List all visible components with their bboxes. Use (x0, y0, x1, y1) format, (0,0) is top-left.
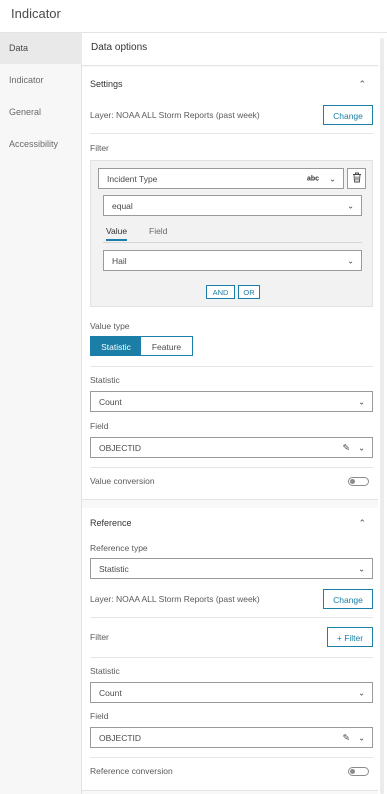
sidebar-item-label: Accessibility (9, 139, 59, 149)
filter-field-select[interactable]: Incident Type abc ⌄ (98, 168, 344, 189)
field-format-icon[interactable]: ✎ (342, 732, 350, 743)
layer-label: Layer: NOAA ALL Storm Reports (past week… (90, 110, 260, 120)
data-options-panel: Data options Settings ⌃ Layer: NOAA ALL … (82, 33, 378, 794)
delete-filter-button[interactable] (347, 168, 366, 189)
chevron-down-icon: ⌄ (347, 201, 354, 210)
reference-conversion-switch[interactable] (348, 767, 369, 776)
field-value: OBJECTID (99, 442, 142, 453)
field-format-icon[interactable]: ✎ (342, 442, 350, 453)
tab-value[interactable]: Value (106, 226, 128, 241)
tab-field[interactable]: Field (149, 226, 167, 236)
field-label: Field (90, 421, 109, 431)
value-type-label: Value type (90, 321, 130, 331)
panel-header: Data options (82, 33, 378, 66)
panel-title: Data options (91, 42, 148, 53)
reference-statistic-label: Statistic (90, 666, 120, 676)
reference-statistic-value: Count (99, 687, 122, 698)
reference-type-select[interactable]: Statistic ⌄ (90, 558, 373, 579)
sidebar-item-general[interactable]: General (0, 97, 82, 128)
sidebar-item-data[interactable]: Data (0, 33, 82, 64)
field-select[interactable]: OBJECTID ✎ ⌄ (90, 437, 373, 458)
divider (90, 366, 373, 367)
reference-filter-label: Filter (90, 632, 109, 642)
window-title: Indicator (11, 6, 61, 21)
reference-field-label: Field (90, 711, 109, 721)
reference-field-select[interactable]: OBJECTID ✎ ⌄ (90, 727, 373, 748)
chevron-down-icon: ⌄ (358, 733, 365, 742)
sidebar-item-label: Data (9, 43, 29, 53)
value-conversion-switch[interactable] (348, 477, 369, 486)
value-type-feature[interactable]: Feature (141, 337, 192, 355)
filter-value-select[interactable]: Hail ⌄ (103, 250, 362, 271)
and-button[interactable]: AND (206, 285, 235, 299)
trash-icon (352, 172, 361, 183)
sidebar: Data Indicator General Accessibility (0, 33, 82, 794)
collapse-chevron-up-icon[interactable]: ⌃ (358, 518, 366, 529)
chevron-down-icon: ⌄ (358, 443, 365, 452)
filter-operator-value: equal (112, 200, 133, 211)
reference-type-value: Statistic (99, 563, 129, 574)
reference-type-label: Reference type (90, 543, 148, 553)
chevron-down-icon: ⌄ (358, 564, 365, 573)
reference-field-value: OBJECTID (99, 732, 142, 743)
reference-layer-label: Layer: NOAA ALL Storm Reports (past week… (90, 594, 260, 604)
chevron-down-icon: ⌄ (358, 688, 365, 697)
divider (90, 657, 373, 658)
or-button[interactable]: OR (238, 285, 260, 299)
string-type-badge: abc (306, 175, 319, 182)
value-type-statistic[interactable]: Statistic (91, 337, 141, 355)
reference-conversion-label: Reference conversion (90, 766, 173, 776)
sidebar-item-accessibility[interactable]: Accessibility (0, 129, 82, 160)
window-header: Indicator (0, 0, 387, 33)
reference-title: Reference (90, 518, 132, 528)
filter-value-tabs: Value Field (103, 223, 362, 243)
filter-value: Hail (112, 255, 127, 266)
collapse-chevron-up-icon[interactable]: ⌃ (358, 79, 366, 90)
statistic-select[interactable]: Count ⌄ (90, 391, 373, 412)
reference-section: Reference ⌃ Reference type Statistic ⌄ L… (82, 508, 378, 791)
change-layer-button[interactable]: Change (323, 105, 373, 125)
switch-knob (350, 479, 355, 484)
change-reference-layer-button[interactable]: Change (323, 589, 373, 609)
chevron-down-icon: ⌄ (358, 397, 365, 406)
statistic-value: Count (99, 396, 122, 407)
chevron-down-icon: ⌄ (347, 256, 354, 265)
divider (90, 467, 373, 468)
settings-section: Settings ⌃ Layer: NOAA ALL Storm Reports… (82, 67, 378, 500)
divider (90, 617, 373, 618)
vertical-scrollbar[interactable] (380, 38, 384, 794)
settings-title: Settings (90, 79, 123, 89)
sidebar-item-label: General (9, 107, 42, 117)
sidebar-item-label: Indicator (9, 75, 44, 85)
value-type-toggle: Statistic Feature (90, 336, 193, 356)
divider (90, 757, 373, 758)
filter-label: Filter (90, 143, 109, 153)
switch-knob (350, 769, 355, 774)
sidebar-item-indicator[interactable]: Indicator (0, 65, 82, 96)
add-filter-button[interactable]: + Filter (327, 627, 373, 647)
divider (90, 133, 373, 134)
chevron-down-icon: ⌄ (329, 174, 336, 183)
filter-field-value: Incident Type (107, 173, 158, 184)
statistic-label: Statistic (90, 375, 120, 385)
filter-operator-select[interactable]: equal ⌄ (103, 195, 362, 216)
filter-expression-box: Incident Type abc ⌄ equal ⌄ Value Field … (90, 160, 373, 307)
reference-statistic-select[interactable]: Count ⌄ (90, 682, 373, 703)
value-conversion-label: Value conversion (90, 476, 155, 486)
